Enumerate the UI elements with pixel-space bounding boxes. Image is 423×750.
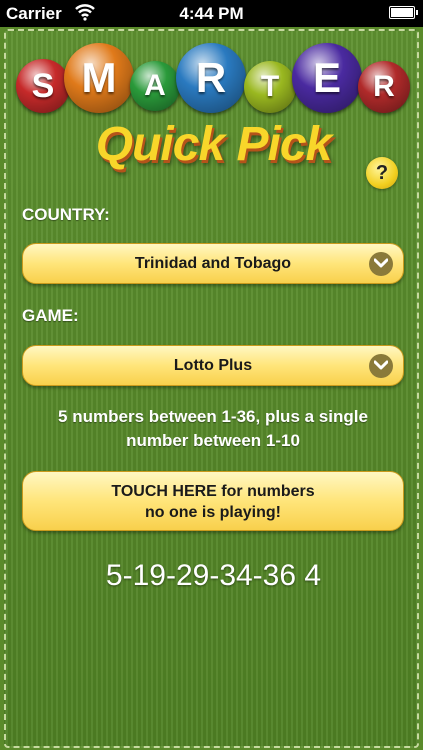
game-value: Lotto Plus	[173, 357, 253, 374]
logo-ball-t: T	[244, 61, 296, 113]
logo-ball-m: M	[64, 43, 134, 113]
logo-ball-r2: R	[358, 61, 410, 113]
main-board: S M A R T E R Quick Pick ? COUNTRY: Trin…	[4, 29, 419, 748]
game-label: GAME:	[22, 306, 79, 325]
quick-pick-title: Quick Pick	[95, 118, 332, 171]
touch-line-2: no one is playing!	[144, 504, 281, 521]
generate-numbers-button[interactable]: TOUCH HERE for numbers no one is playing…	[22, 471, 404, 531]
chevron-down-icon	[369, 252, 393, 276]
game-description: 5 numbers between 1-36, plus a single nu…	[22, 405, 404, 453]
smarter-logo: S M A R T E R	[16, 43, 411, 121]
logo-ball-s: S	[16, 59, 70, 113]
country-label: COUNTRY:	[22, 205, 110, 224]
picked-numbers: 5-19-29-34-36 4	[105, 559, 322, 592]
battery-icon	[389, 6, 418, 19]
description-line-2: number between 1-10	[126, 431, 300, 450]
logo-ball-r: R	[176, 43, 246, 113]
logo-ball-a: A	[130, 61, 180, 111]
logo-ball-e: E	[292, 43, 362, 113]
country-value: Trinidad and Tobago	[134, 255, 292, 272]
help-button[interactable]: ?	[366, 157, 398, 189]
game-select[interactable]: Lotto Plus	[22, 345, 404, 386]
touch-line-1: TOUCH HERE for numbers	[111, 483, 315, 500]
chevron-down-icon	[369, 354, 393, 378]
status-time: 4:44 PM	[179, 4, 244, 23]
status-bar: Carrier 4:44 PM	[0, 0, 423, 27]
country-select[interactable]: Trinidad and Tobago	[22, 243, 404, 284]
description-line-1: 5 numbers between 1-36, plus a single	[58, 407, 368, 426]
